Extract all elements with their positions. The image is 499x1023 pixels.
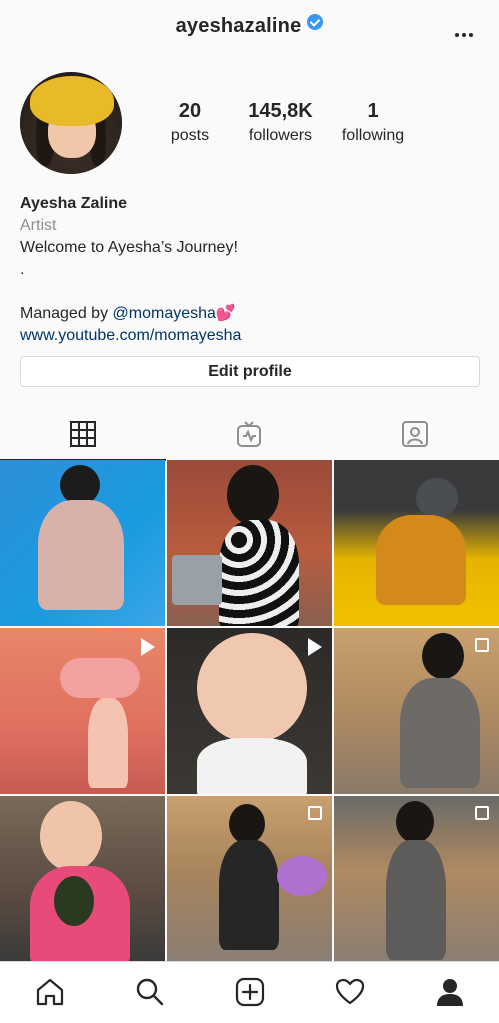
bio-line-1: Welcome to Ayesha’s Journey! <box>20 239 238 256</box>
grid-post[interactable] <box>0 796 165 962</box>
grid-post[interactable] <box>167 796 332 962</box>
tab-igtv[interactable] <box>166 410 332 460</box>
profile-name: Ayesha Zaline <box>20 195 128 212</box>
video-badge-icon <box>141 638 155 656</box>
tagged-icon <box>402 421 428 447</box>
following-count: 1 <box>367 100 379 122</box>
profile-bio: Ayesha Zaline Artist Welcome to Ayesha’s… <box>20 193 480 347</box>
profile-category: Artist <box>20 217 57 234</box>
posts-label: posts <box>170 127 210 144</box>
grid-post[interactable] <box>334 628 499 794</box>
grid-post[interactable] <box>167 460 332 626</box>
posts-stat[interactable]: 20 posts <box>150 100 230 145</box>
profile-username-header: ayeshazaline <box>0 14 499 38</box>
grid-post[interactable] <box>334 796 499 962</box>
top-bar: ayeshazaline <box>0 0 499 56</box>
more-options-icon[interactable] <box>455 24 477 37</box>
tab-grid[interactable] <box>0 410 166 461</box>
edit-profile-button[interactable]: Edit profile <box>20 356 480 387</box>
home-icon[interactable] <box>34 976 66 1008</box>
carousel-badge-icon <box>475 638 489 652</box>
tab-tagged[interactable] <box>332 410 498 460</box>
bio-line-2: . <box>20 261 25 278</box>
bottom-navigation <box>0 961 499 1023</box>
grid-post[interactable] <box>0 460 165 626</box>
website-link[interactable]: www.youtube.com/momayesha <box>20 325 480 347</box>
posts-grid <box>0 460 499 962</box>
carousel-badge-icon <box>475 806 489 820</box>
grid-post[interactable] <box>0 628 165 794</box>
managed-by-line: Managed by @momayesha💕 <box>20 303 480 325</box>
followers-label: followers <box>248 127 313 144</box>
video-badge-icon <box>308 638 322 656</box>
new-post-icon[interactable] <box>234 976 266 1008</box>
profile-avatar[interactable] <box>20 72 122 174</box>
username-text: ayeshazaline <box>175 15 302 37</box>
grid-post[interactable] <box>334 460 499 626</box>
followers-count: 145,8K <box>248 100 313 122</box>
profile-stats: 20 posts 145,8K followers 1 following <box>140 100 440 150</box>
followers-stat[interactable]: 145,8K followers <box>238 100 323 145</box>
activity-icon[interactable] <box>334 976 366 1008</box>
profile-tabs <box>0 410 499 461</box>
profile-icon[interactable] <box>434 976 466 1008</box>
posts-count: 20 <box>178 100 202 122</box>
heart-emoji: 💕 <box>215 305 236 322</box>
managed-handle-link[interactable]: @momayesha <box>113 305 216 322</box>
carousel-badge-icon <box>308 806 322 820</box>
search-icon[interactable] <box>134 976 166 1008</box>
igtv-icon <box>237 421 261 447</box>
grid-post[interactable] <box>167 628 332 794</box>
following-stat[interactable]: 1 following <box>333 100 413 145</box>
following-label: following <box>341 127 405 144</box>
verified-badge-icon <box>307 14 324 30</box>
grid-icon <box>70 421 96 447</box>
managed-prefix: Managed by <box>20 305 113 322</box>
